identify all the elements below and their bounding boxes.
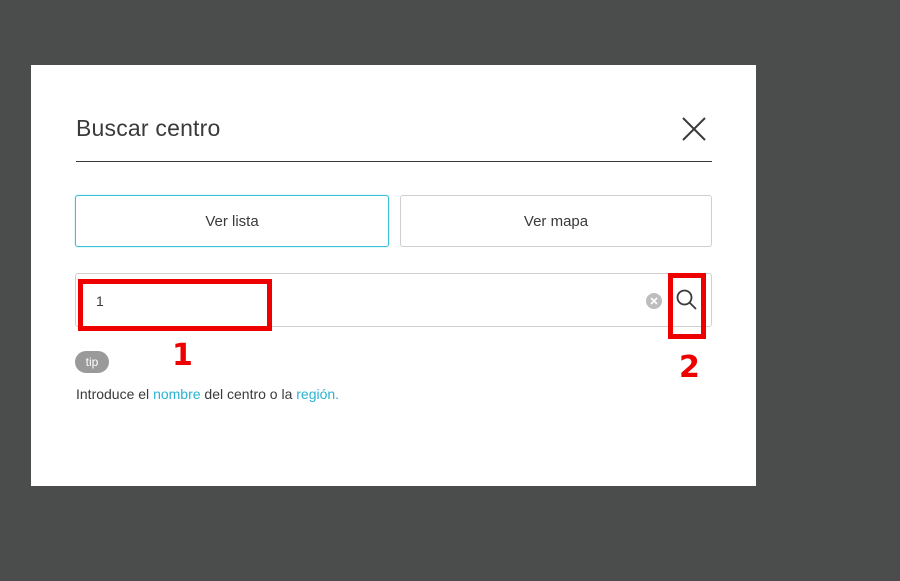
tab-list-view-label: Ver lista	[205, 212, 259, 230]
annotation-label-1: 1	[172, 338, 193, 373]
annotation-label-2: 2	[679, 350, 700, 385]
close-icon	[682, 117, 706, 141]
name-link[interactable]: nombre	[153, 386, 200, 402]
tab-map-view-label: Ver mapa	[523, 212, 589, 230]
help-text-middle: del centro o la	[200, 386, 297, 402]
tab-map-view[interactable]: Ver mapa	[400, 195, 712, 247]
search-center-dialog: Buscar centro Ver lista Ver mapa 1 tip I…	[31, 65, 756, 486]
dialog-title: Buscar centro	[76, 115, 221, 141]
view-toggle: Ver lista Ver mapa	[75, 195, 712, 249]
region-link[interactable]: región.	[296, 386, 339, 402]
clear-circle-icon	[646, 293, 662, 309]
help-text-start: Introduce el	[76, 386, 154, 402]
tip-badge: tip	[75, 351, 109, 373]
annotation-highlight-search-input	[78, 279, 272, 331]
annotation-highlight-search-button	[668, 273, 706, 339]
help-text: Introduce el nombre del centro o la regi…	[76, 386, 339, 402]
clear-search-button[interactable]	[645, 292, 663, 310]
tab-list-view[interactable]: Ver lista	[75, 195, 389, 247]
dialog-header: Buscar centro	[76, 105, 712, 162]
close-button[interactable]	[680, 115, 708, 143]
